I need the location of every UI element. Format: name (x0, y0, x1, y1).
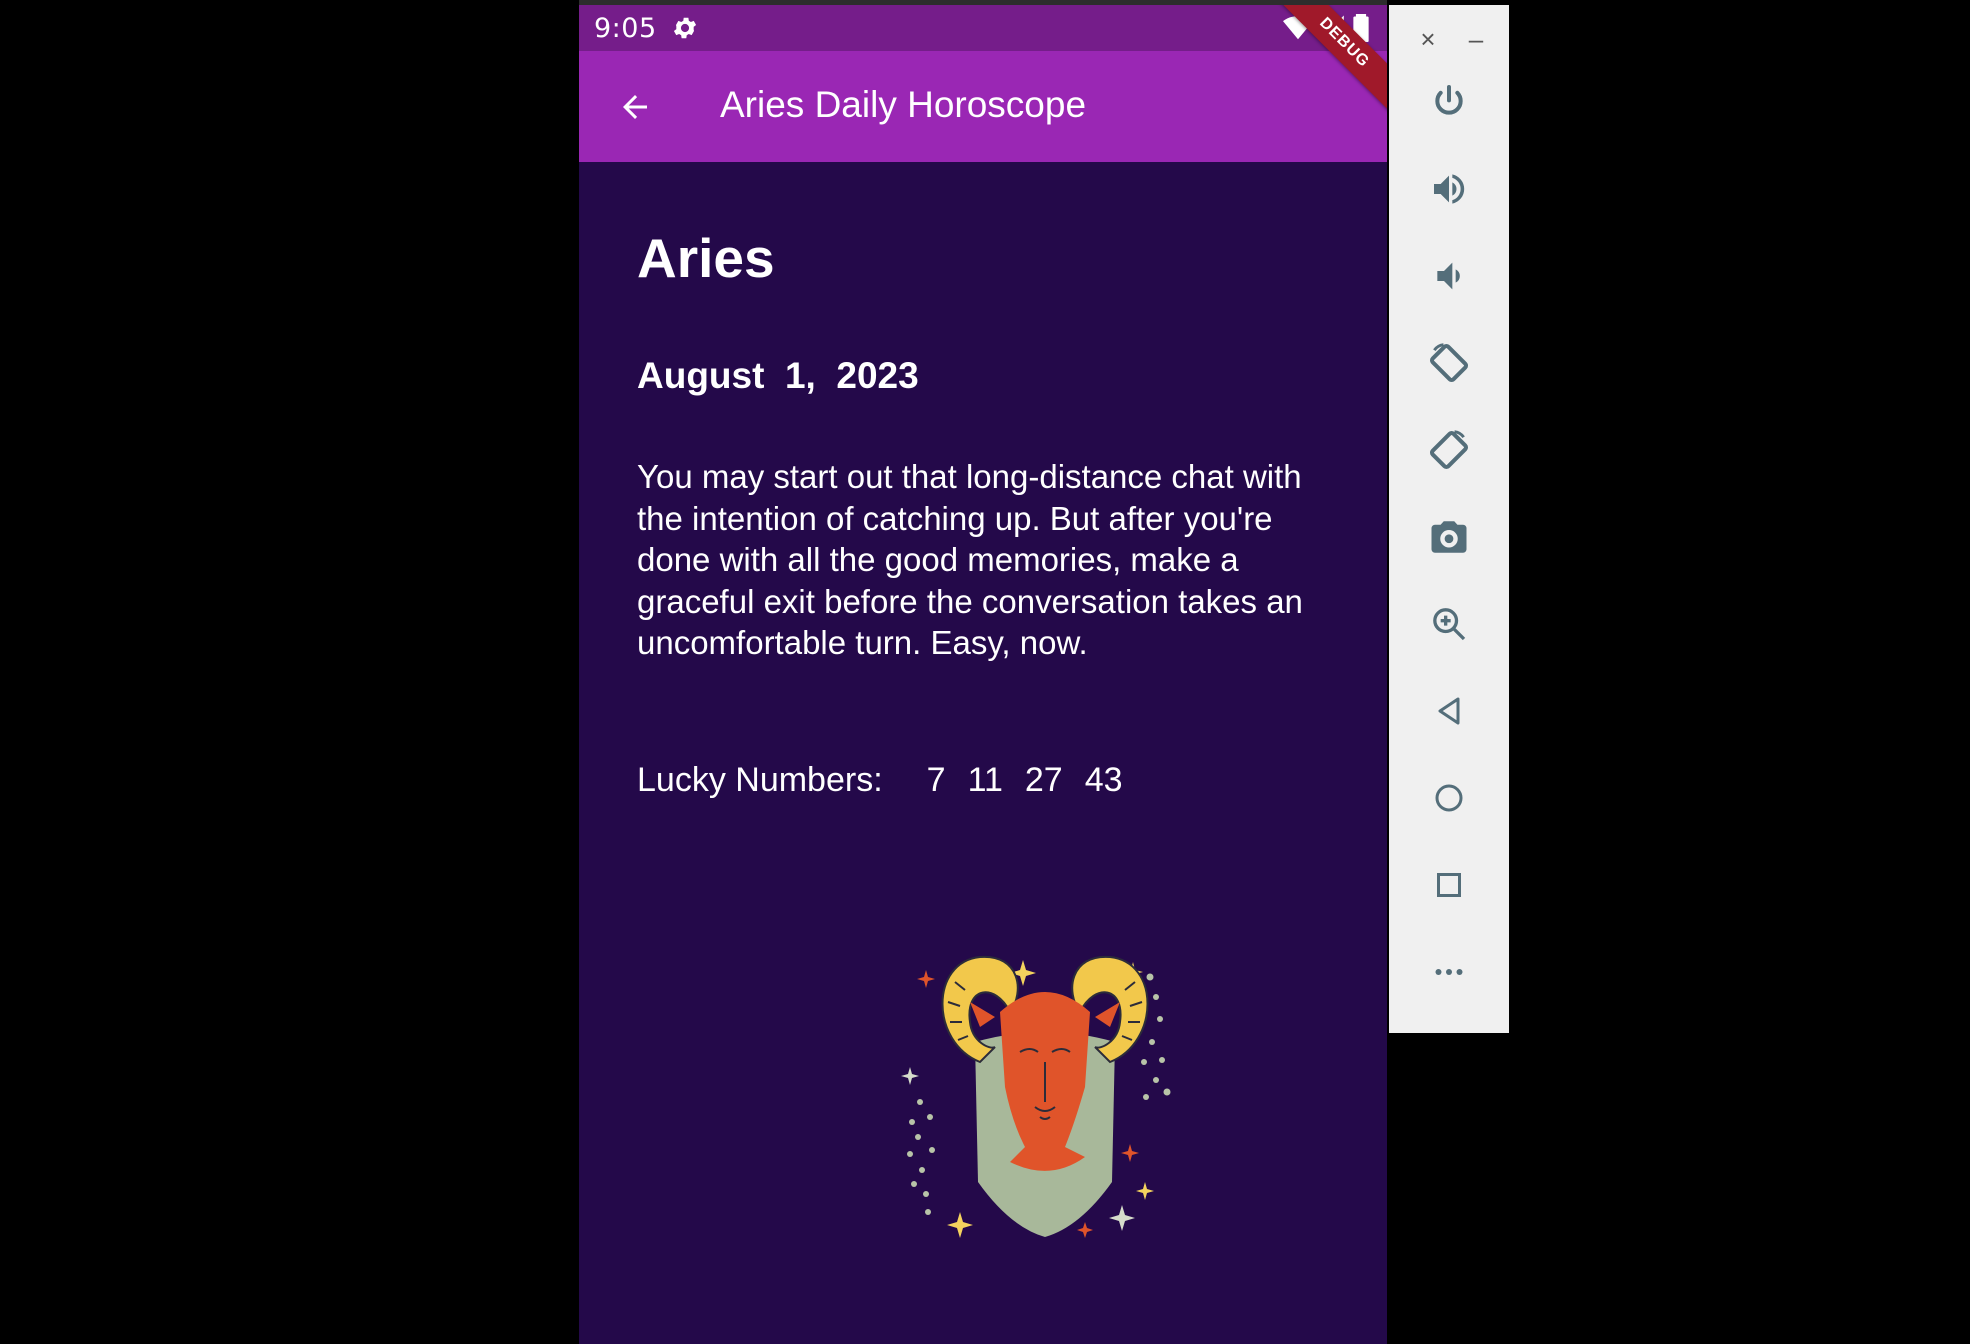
lucky-numbers: Lucky Numbers: 7 11 27 43 (637, 761, 1145, 800)
app-title: Aries Daily Horoscope (720, 84, 1087, 125)
nav-overview-button[interactable] (1419, 855, 1479, 915)
lucky-number: 11 (967, 761, 1003, 799)
panel-window-controls: × – (1389, 21, 1509, 57)
screen: 9:05 Aries Daily Horoscope DEBUG Aries A… (0, 0, 1970, 1344)
aries-ram-image (900, 922, 1190, 1242)
overview-icon (1437, 873, 1461, 897)
horoscope-date: August 1, 2023 (637, 355, 919, 396)
volume-down-icon (1437, 262, 1460, 290)
status-time: 9:05 (594, 13, 657, 44)
back-icon (1438, 697, 1460, 725)
power-button[interactable] (1419, 72, 1479, 132)
nav-back-button[interactable] (1419, 681, 1479, 741)
rotate-left-icon (1429, 343, 1469, 383)
back-button[interactable] (607, 79, 663, 135)
home-icon (1435, 784, 1463, 812)
volume-up-button[interactable] (1419, 159, 1479, 219)
more-icon (1435, 969, 1463, 975)
volume-down-button[interactable] (1419, 246, 1479, 306)
zoom-button[interactable] (1419, 594, 1479, 654)
minimize-button[interactable]: – (1461, 21, 1491, 57)
nav-home-button[interactable] (1419, 768, 1479, 828)
volume-up-icon (1434, 174, 1465, 204)
app-bar: Aries Daily Horoscope (579, 51, 1387, 162)
lucky-number: 27 (1024, 761, 1063, 799)
settings-gear-icon (671, 14, 699, 42)
lucky-number: 7 (926, 761, 946, 799)
more-button[interactable] (1419, 942, 1479, 1002)
rotate-right-icon (1429, 430, 1469, 470)
arrow-back-icon (623, 95, 647, 119)
phone-screen: 9:05 Aries Daily Horoscope DEBUG Aries A… (579, 5, 1387, 1344)
lucky-number: 43 (1084, 761, 1123, 799)
lucky-numbers-label: Lucky Numbers: (637, 761, 883, 799)
camera-icon (1431, 521, 1467, 553)
status-bar: 9:05 (579, 5, 1387, 51)
horoscope-text: You may start out that long-distance cha… (637, 458, 1303, 661)
rotate-left-button[interactable] (1419, 333, 1479, 393)
sign-name: Aries (637, 227, 775, 289)
close-button[interactable]: × (1413, 21, 1443, 57)
rotate-right-button[interactable] (1419, 420, 1479, 480)
emulator-side-panel: × – (1389, 5, 1509, 1033)
screenshot-button[interactable] (1419, 507, 1479, 567)
power-icon (1435, 85, 1463, 115)
zoom-icon (1433, 608, 1466, 641)
